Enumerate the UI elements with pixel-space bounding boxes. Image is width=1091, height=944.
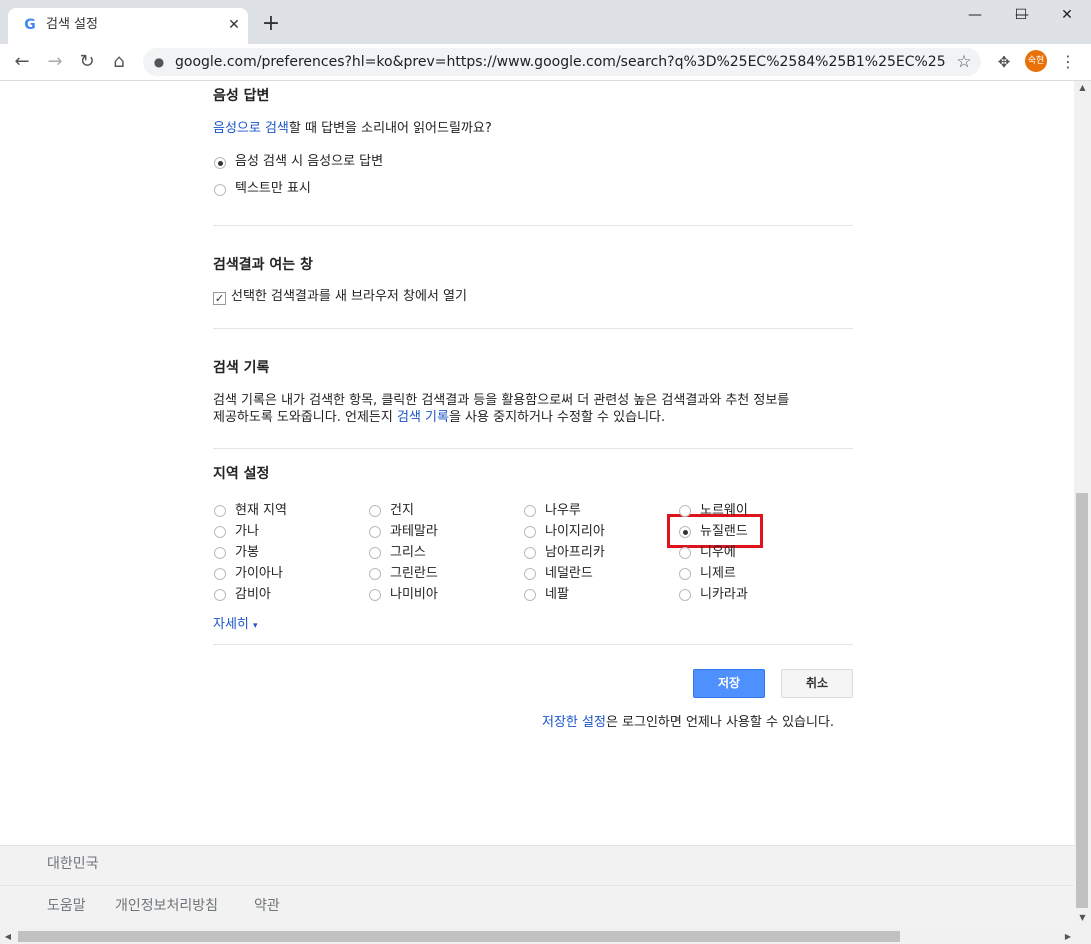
region-label[interactable]: 나우루 (545, 503, 581, 519)
region-radio[interactable] (214, 505, 226, 517)
region-label[interactable]: 건지 (390, 503, 414, 519)
history-text-post: 을 사용 중지하거나 수정할 수 있습니다. (448, 410, 666, 425)
save-button[interactable]: 저장 (693, 669, 765, 698)
profile-avatar[interactable]: 숙현 (1025, 50, 1047, 72)
region-radio[interactable] (369, 526, 381, 538)
history-heading: 검색 기록 (213, 360, 270, 376)
region-radio[interactable] (214, 568, 226, 580)
region-radio[interactable] (679, 547, 691, 559)
voice-option-label-0[interactable]: 음성 검색 시 음성으로 답변 (235, 154, 383, 170)
region-radio[interactable] (524, 568, 536, 580)
voice-heading: 음성 답변 (213, 88, 270, 104)
close-window-button[interactable]: ✕ (1044, 0, 1090, 30)
region-radio[interactable] (679, 526, 691, 538)
new-window-checkbox[interactable]: ✓ (213, 292, 226, 305)
extensions-icon[interactable]: ✥ (992, 50, 1016, 74)
footer-link-help[interactable]: 도움말 (47, 897, 86, 915)
region-radio[interactable] (369, 505, 381, 517)
region-label[interactable]: 남아프리카 (545, 545, 605, 561)
region-heading: 지역 설정 (213, 466, 270, 482)
results-window-heading: 검색결과 여는 창 (213, 257, 313, 273)
region-label[interactable]: 네팔 (545, 587, 569, 603)
footer-link-terms[interactable]: 약관 (254, 897, 280, 915)
scroll-up-icon[interactable]: ▲ (1076, 82, 1089, 94)
new-tab-button[interactable]: + (260, 13, 282, 36)
region-label[interactable]: 가봉 (235, 545, 259, 561)
tab-title: 검색 설정 (46, 17, 98, 32)
region-radio[interactable] (679, 505, 691, 517)
maximize-button[interactable]: ☐ (998, 0, 1044, 30)
back-icon[interactable]: ← (10, 50, 34, 74)
minimize-button-real[interactable]: — (952, 0, 998, 30)
footer-country: 대한민국 (47, 856, 99, 872)
search-history-link[interactable]: 검색 기록 (397, 410, 449, 425)
cancel-button[interactable]: 취소 (781, 669, 853, 698)
voice-description-text: 할 때 답변을 소리내어 읽어드릴까요? (288, 121, 492, 136)
region-label[interactable]: 가이아나 (235, 566, 283, 582)
menu-icon[interactable]: ⋮ (1058, 50, 1078, 74)
lock-icon: ● (153, 55, 165, 69)
region-radio[interactable] (214, 547, 226, 559)
region-label[interactable]: 네덜란드 (545, 566, 593, 582)
scroll-left-icon[interactable]: ◀ (2, 930, 14, 943)
saved-settings-note: 저장한 설정은 로그인하면 언제나 사용할 수 있습니다. (542, 714, 834, 732)
divider (213, 225, 853, 226)
more-regions-label[interactable]: 자세히 (213, 617, 249, 632)
history-description-line2: 제공하도록 도와줍니다. 언제든지 검색 기록을 사용 중지하거나 수정할 수 … (213, 409, 665, 427)
region-label[interactable]: 현재 지역 (235, 503, 287, 519)
voice-description: 음성으로 검색할 때 답변을 소리내어 읽어드릴까요? (213, 120, 492, 138)
region-radio[interactable] (214, 589, 226, 601)
region-label[interactable]: 뉴질랜드 (700, 524, 748, 540)
new-window-label[interactable]: 선택한 검색결과를 새 브라우저 창에서 열기 (231, 289, 467, 305)
region-radio[interactable] (524, 526, 536, 538)
forward-icon[interactable]: → (43, 50, 67, 74)
reload-icon[interactable]: ↻ (75, 50, 99, 74)
scroll-right-icon[interactable]: ▶ (1062, 930, 1074, 943)
region-radio[interactable] (369, 589, 381, 601)
region-label[interactable]: 니우에 (700, 545, 736, 561)
tab-close-icon[interactable]: ✕ (224, 15, 244, 35)
url-text[interactable]: google.com/preferences?hl=ko&prev=https:… (175, 53, 945, 71)
region-label[interactable]: 과테말라 (390, 524, 438, 540)
scroll-down-icon[interactable]: ▼ (1076, 912, 1089, 924)
divider (213, 644, 853, 645)
divider (213, 448, 853, 449)
region-radio[interactable] (524, 589, 536, 601)
region-label[interactable]: 가나 (235, 524, 259, 540)
google-g-icon: G (24, 17, 36, 33)
region-radio[interactable] (214, 526, 226, 538)
more-regions-link[interactable]: 자세히 ▾ (213, 616, 258, 635)
chevron-down-icon: ▾ (253, 621, 258, 631)
region-label[interactable]: 노르웨이 (700, 503, 748, 519)
bookmark-star-icon[interactable]: ☆ (952, 50, 976, 74)
region-radio[interactable] (369, 547, 381, 559)
region-label[interactable]: 니카라과 (700, 587, 748, 603)
saved-settings-text: 은 로그인하면 언제나 사용할 수 있습니다. (605, 715, 835, 730)
region-radio[interactable] (524, 505, 536, 517)
region-radio[interactable] (679, 568, 691, 580)
region-label[interactable]: 나이지리아 (545, 524, 605, 540)
history-description-line1: 검색 기록은 내가 검색한 항목, 클릭한 검색결과 등을 활용함으로써 더 관… (213, 393, 790, 408)
voice-search-link[interactable]: 음성으로 검색 (213, 121, 289, 136)
region-label[interactable]: 그리스 (390, 545, 426, 561)
region-radio[interactable] (679, 589, 691, 601)
region-label[interactable]: 니제르 (700, 566, 736, 582)
footer-link-privacy[interactable]: 개인정보처리방침 (115, 897, 218, 915)
home-icon[interactable]: ⌂ (107, 50, 131, 74)
region-label[interactable]: 나미비아 (390, 587, 438, 603)
voice-option-radio-0[interactable] (214, 157, 226, 169)
saved-settings-link[interactable]: 저장한 설정 (542, 715, 606, 730)
region-radio[interactable] (524, 547, 536, 559)
voice-option-radio-1[interactable] (214, 184, 226, 196)
voice-option-label-1[interactable]: 텍스트만 표시 (235, 181, 311, 197)
vertical-scroll-thumb[interactable] (1076, 493, 1088, 908)
region-label[interactable]: 감비아 (235, 587, 271, 603)
divider (213, 328, 853, 329)
history-text-pre: 제공하도록 도와줍니다. 언제든지 (213, 410, 397, 425)
footer-country-bar (0, 845, 1074, 886)
browser-tab[interactable]: G 검색 설정 ✕ (8, 8, 248, 44)
horizontal-scroll-thumb[interactable] (18, 931, 900, 942)
region-label[interactable]: 그린란드 (390, 566, 438, 582)
region-radio[interactable] (369, 568, 381, 580)
